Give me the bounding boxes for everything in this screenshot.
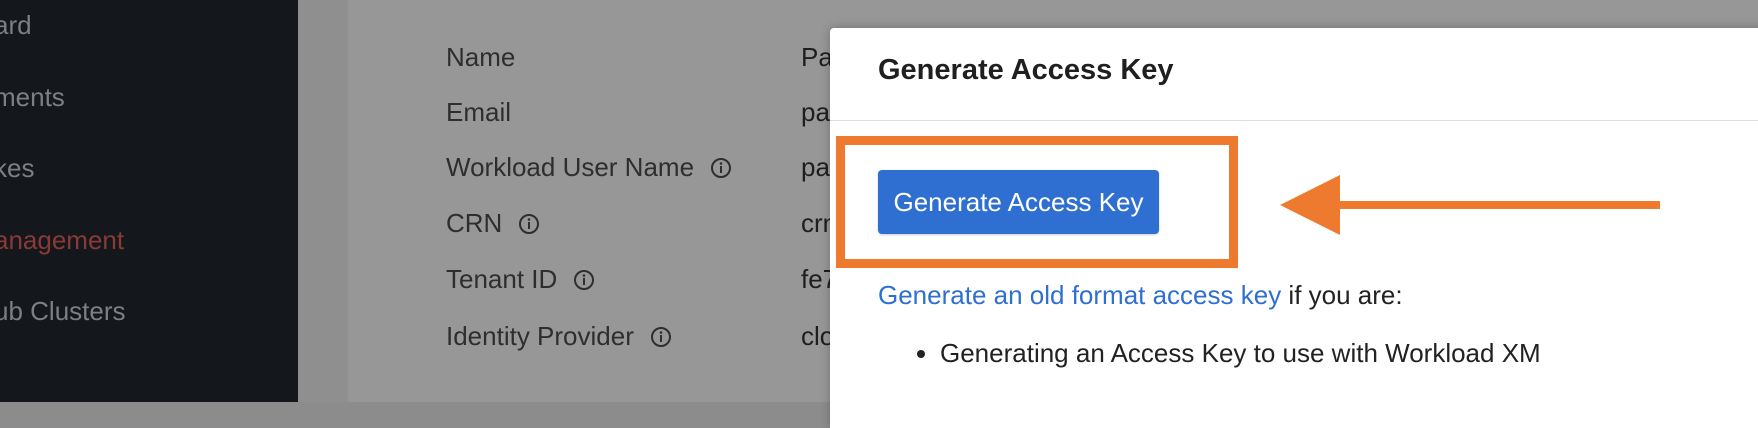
- modal-header: Generate Access Key: [830, 28, 1758, 121]
- old-format-access-key-link[interactable]: Generate an old format access key: [878, 280, 1281, 310]
- sidebar-item-environments[interactable]: ments: [0, 82, 65, 113]
- arrow-left-icon: [1280, 175, 1660, 235]
- info-icon[interactable]: [650, 326, 672, 348]
- info-icon[interactable]: [710, 157, 732, 179]
- info-icon[interactable]: [573, 269, 595, 291]
- old-format-text: Generate an old format access key if you…: [878, 280, 1403, 311]
- sidebar: ard ments kes anagement ub Clusters: [0, 0, 298, 402]
- row-label-name: Name: [446, 42, 516, 72]
- old-format-suffix: if you are:: [1281, 280, 1403, 310]
- row-label-email: Email: [446, 97, 512, 127]
- row-label-identity-provider: Identity Provider: [446, 321, 672, 352]
- generate-access-key-button[interactable]: Generate Access Key: [878, 170, 1159, 234]
- bullet-list: Generating an Access Key to use with Wor…: [910, 338, 1541, 369]
- row-label-crn: CRN: [446, 208, 540, 239]
- row-label-tenant-id: Tenant ID: [446, 264, 595, 295]
- info-icon[interactable]: [518, 213, 540, 235]
- sidebar-item-datahub-clusters[interactable]: ub Clusters: [0, 296, 126, 327]
- generate-access-key-modal: Generate Access Key Generate Access Key …: [830, 28, 1758, 428]
- sidebar-item-management[interactable]: anagement: [0, 225, 124, 256]
- sidebar-item-data-lakes[interactable]: kes: [0, 153, 34, 184]
- list-item: Generating an Access Key to use with Wor…: [940, 338, 1541, 369]
- sidebar-item-dashboard[interactable]: ard: [0, 10, 32, 41]
- modal-title: Generate Access Key: [878, 54, 1174, 86]
- row-label-workload-user-name: Workload User Name: [446, 152, 732, 183]
